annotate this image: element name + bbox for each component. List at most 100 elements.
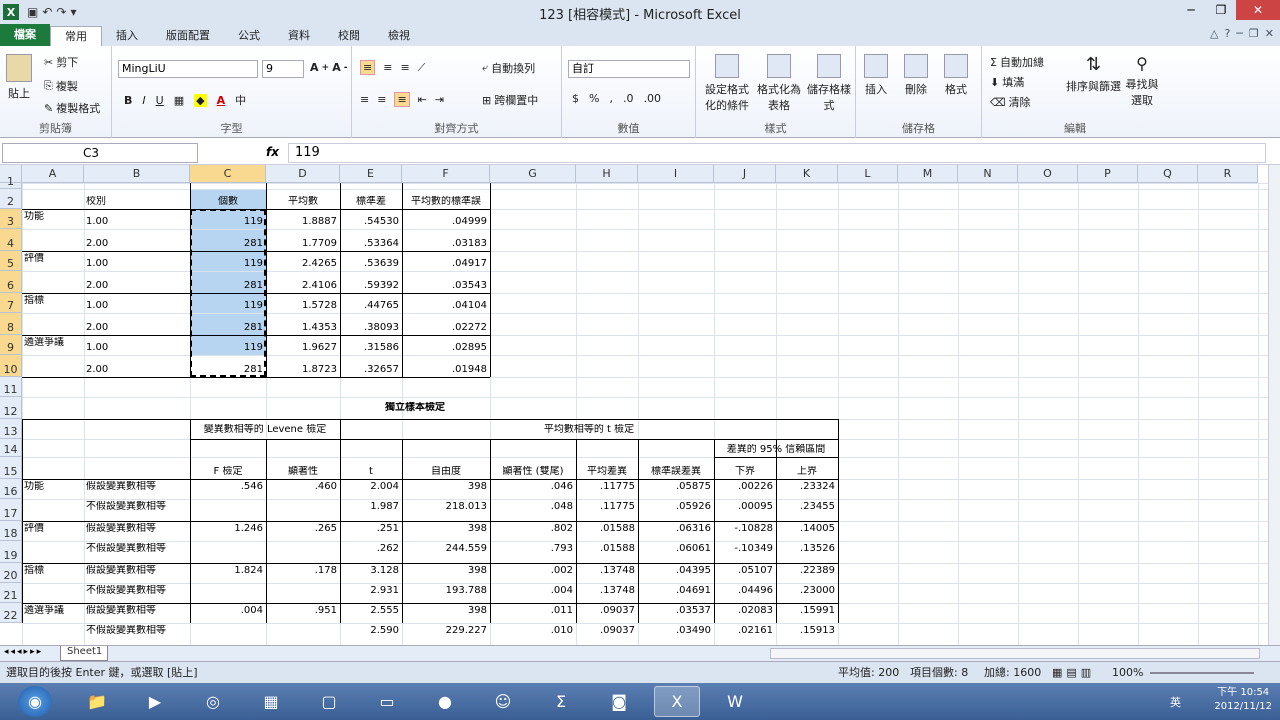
column-header-c[interactable]: C (190, 165, 266, 183)
italic-button[interactable]: I (142, 94, 145, 107)
close-button[interactable]: ✕ (1236, 0, 1280, 20)
comma-icon[interactable]: , (609, 92, 613, 105)
name-box[interactable]: C3 (2, 143, 198, 163)
row-header-9[interactable]: 9 (0, 335, 22, 355)
fill-color-icon[interactable]: ◆ (194, 93, 207, 107)
input-language[interactable]: 英 (1170, 694, 1181, 710)
restore-button[interactable]: ❐ (1206, 0, 1236, 20)
row-header-6[interactable]: 6 (0, 271, 22, 293)
column-header-k[interactable]: K (776, 165, 838, 183)
underline-button[interactable]: U (156, 94, 164, 107)
sort-filter-button[interactable]: ⇅ 排序與篩選 (1066, 54, 1121, 94)
column-header-b[interactable]: B (84, 165, 190, 183)
column-header-h[interactable]: H (576, 165, 638, 183)
find-select-button[interactable]: ⚲ 尋找與選取 (1122, 54, 1162, 108)
media-player-icon[interactable]: ▶ (132, 686, 178, 717)
column-header-d[interactable]: D (266, 165, 340, 183)
sticky-notes-icon[interactable]: ▭ (364, 686, 410, 717)
explorer-icon[interactable]: 📁 (74, 686, 120, 717)
bold-button[interactable]: B (124, 94, 132, 107)
doc-close-icon[interactable]: ✕ (1265, 27, 1274, 40)
column-header-j[interactable]: J (714, 165, 776, 183)
row-header-5[interactable]: 5 (0, 251, 22, 271)
people-icon[interactable]: ☺ (480, 686, 526, 717)
column-header-q[interactable]: Q (1138, 165, 1198, 183)
column-header-a[interactable]: A (22, 165, 84, 183)
conditional-format-button[interactable]: 設定格式化的條件 (702, 54, 752, 113)
sheet-nav-icon[interactable]: ◂◂◂▸▸▸ (4, 647, 43, 657)
tab-data[interactable]: 資料 (274, 26, 324, 46)
zoom-level[interactable]: 100% (1112, 662, 1143, 684)
row-header-7[interactable]: 7 (0, 293, 22, 313)
column-header-l[interactable]: L (838, 165, 898, 183)
decrease-indent-icon[interactable]: ⇤ (418, 93, 427, 106)
horizontal-scrollbar[interactable] (770, 648, 1260, 659)
tab-formulas[interactable]: 公式 (224, 26, 274, 46)
percent-icon[interactable]: % (589, 92, 599, 105)
column-header-i[interactable]: I (638, 165, 714, 183)
top-align-icon[interactable]: ≡ (360, 60, 376, 75)
column-header-g[interactable]: G (490, 165, 576, 183)
font-size-select[interactable]: 9 (262, 60, 304, 78)
row-header-11[interactable]: 11 (0, 377, 22, 397)
row-header-16[interactable]: 16 (0, 479, 22, 499)
font-name-select[interactable]: MingLiU (118, 60, 258, 78)
tab-insert[interactable]: 插入 (102, 26, 152, 46)
system-clock[interactable]: 下午 10:54 2012/11/12 (1214, 686, 1272, 714)
autosum-button[interactable]: Σ 自動加總 (990, 54, 1044, 70)
number-format-select[interactable]: 自訂 (568, 60, 690, 78)
row-header-14[interactable]: 14 (0, 439, 22, 457)
bottom-align-icon[interactable]: ≡ (400, 61, 409, 74)
column-header-p[interactable]: P (1078, 165, 1138, 183)
column-header-r[interactable]: R (1198, 165, 1258, 183)
column-header-m[interactable]: M (898, 165, 958, 183)
tab-page-layout[interactable]: 版面配置 (152, 26, 224, 46)
wrap-text-button[interactable]: ⤶ 自動換列 (482, 60, 535, 76)
row-header-19[interactable]: 19 (0, 541, 22, 563)
minimize-button[interactable]: ─ (1176, 0, 1206, 20)
clear-button[interactable]: ⌫ 清除 (990, 94, 1031, 110)
format-painter-button[interactable]: ✎ 複製格式 (44, 100, 100, 116)
row-header-17[interactable]: 17 (0, 499, 22, 521)
row-header-3[interactable]: 3 (0, 209, 22, 229)
row-header-21[interactable]: 21 (0, 583, 22, 603)
view-buttons[interactable]: ▦▤▥ (1052, 662, 1095, 684)
doc-restore-icon[interactable]: ❐ (1249, 27, 1259, 40)
delete-cells-button[interactable]: 刪除 (904, 54, 928, 97)
font-color-icon[interactable]: A (217, 94, 226, 107)
insert-function-icon[interactable]: fx (266, 145, 279, 159)
row-header-4[interactable]: 4 (0, 229, 22, 251)
doc-minimize-icon[interactable]: ─ (1236, 27, 1243, 40)
phonetic-icon[interactable]: 中 (235, 92, 246, 108)
sheet-tab[interactable]: Sheet1 (60, 646, 108, 661)
recorder-icon[interactable]: ● (422, 686, 468, 717)
row-header-18[interactable]: 18 (0, 521, 22, 541)
spreadsheet-grid[interactable]: ABCDEFGHIJKLMNOPQR1234567891011121314151… (0, 165, 1268, 645)
math-icon[interactable]: Σ (538, 686, 584, 717)
increase-indent-icon[interactable]: ⇥ (435, 93, 444, 106)
grow-font-button[interactable]: A + A- (310, 61, 348, 74)
column-header-n[interactable]: N (958, 165, 1018, 183)
tab-file[interactable]: 檔案 (0, 24, 50, 46)
tab-home[interactable]: 常用 (50, 26, 102, 46)
merge-center-button[interactable]: ⊞ 跨欄置中 (482, 92, 538, 108)
currency-icon[interactable]: $ (572, 92, 579, 105)
tab-view[interactable]: 檢視 (374, 26, 424, 46)
decrease-decimal-icon[interactable]: .00 (643, 92, 661, 105)
row-header-13[interactable]: 13 (0, 419, 22, 439)
vertical-scrollbar[interactable] (1268, 165, 1280, 645)
cut-button[interactable]: ✂ 剪下 (44, 54, 78, 70)
paste-button[interactable]: 貼上 (6, 54, 32, 101)
zoom-slider[interactable] (1150, 672, 1254, 674)
powerpoint-icon[interactable]: ▢ (306, 686, 352, 717)
column-header-f[interactable]: F (402, 165, 490, 183)
format-cells-button[interactable]: 格式 (944, 54, 968, 97)
calculator-icon[interactable]: ▦ (248, 686, 294, 717)
align-left-icon[interactable]: ≡ (360, 93, 369, 106)
orientation-icon[interactable]: ⟋ (418, 61, 426, 75)
camera-icon[interactable]: ◙ (596, 686, 642, 717)
start-icon[interactable]: ◉ (18, 686, 52, 717)
excel-taskbar-icon[interactable]: X (654, 686, 700, 717)
increase-decimal-icon[interactable]: .0 (623, 92, 634, 105)
column-header-e[interactable]: E (340, 165, 402, 183)
